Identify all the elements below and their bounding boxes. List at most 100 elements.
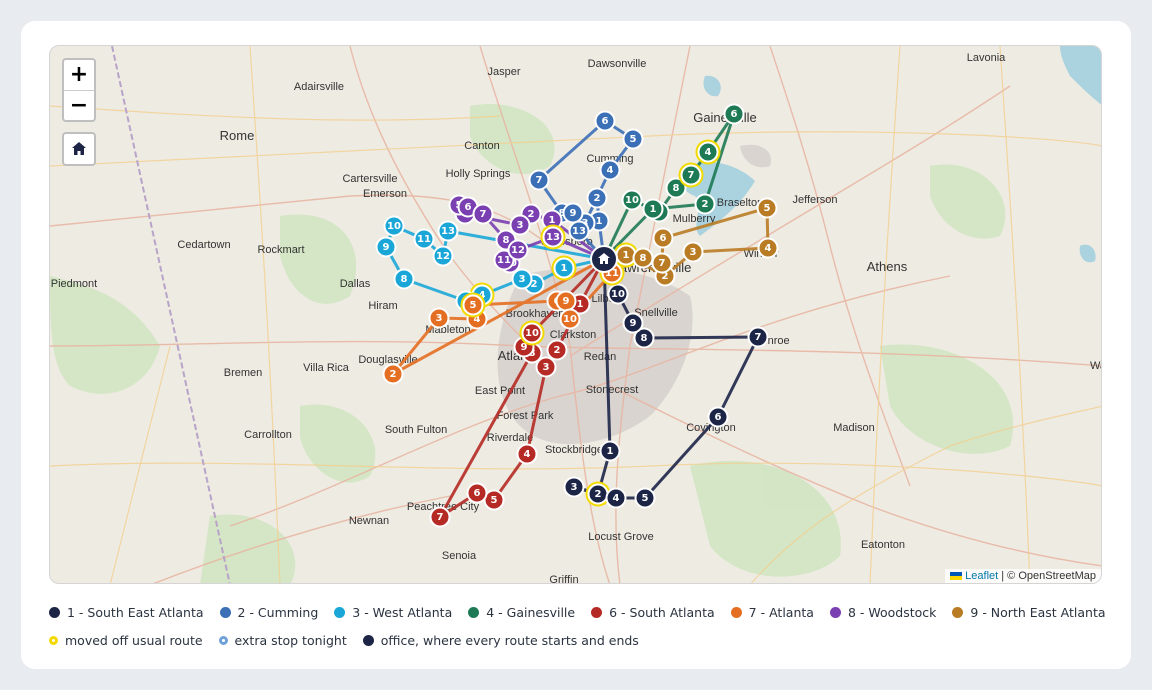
stop-marker[interactable]: 4 [757,237,779,259]
stop-number: 10 [563,314,577,325]
legend-swatch [468,606,480,618]
legend-label: 2 - Cumming [237,604,319,620]
legend-label: 4 - Gainesville [486,604,576,620]
stop-marker[interactable]: 6 [707,406,729,428]
legend-item: moved off usual route [49,633,203,648]
stop-marker[interactable]: 13 [568,220,590,242]
stop-marker[interactable]: 7 [678,162,704,188]
stop-marker[interactable]: 8 [393,268,415,290]
stop-number: 6 [474,488,481,499]
city-label: Canton [464,140,499,152]
stop-marker[interactable]: 4 [605,487,627,509]
stop-number: 1 [623,250,630,261]
stop-marker[interactable]: 13 [540,224,566,250]
stop-marker[interactable]: 9 [555,290,577,312]
stop-number: 5 [470,300,477,311]
stop-marker[interactable]: 3 [682,241,704,263]
legend-item: 6 - South Atlanta [591,605,715,620]
stop-number: 6 [602,116,609,127]
legend-item: 9 - North East Atlanta [952,605,1106,620]
stop-number: 1 [561,263,568,274]
legend-swatch [334,606,346,618]
stop-marker[interactable]: 5 [460,292,486,318]
stop-marker[interactable]: 7 [528,169,550,191]
map-attribution: Leaflet | © OpenStreetMap [945,569,1101,583]
stop-marker[interactable]: 6 [594,110,616,132]
stop-marker[interactable]: 10 [607,283,629,305]
stop-number: 3 [519,274,526,285]
stop-number: 3 [436,313,443,324]
stop-marker[interactable]: 2 [586,187,608,209]
stop-marker[interactable]: 11 [413,228,435,250]
stop-marker[interactable]: 10 [621,189,643,211]
city-label: Clarkston [550,329,596,341]
stop-number: 9 [570,208,577,219]
stop-marker[interactable]: 9 [375,236,397,258]
city-label: Lavonia [967,52,1006,64]
basemap[interactable]: JasperDawsonvilleLavoniaAdairsvilleGaine… [50,46,1102,584]
stop-number: 3 [517,220,524,231]
city-label: Griffin [549,574,578,584]
zoom-control: + − [62,58,96,122]
ukraine-flag-icon [950,572,963,581]
stop-marker[interactable]: 7 [429,506,451,528]
stop-number: 4 [524,449,531,460]
osm-link[interactable]: OpenStreetMap [1018,570,1096,582]
stop-marker[interactable]: 6 [723,103,745,125]
stop-marker[interactable]: 2 [546,339,568,361]
stop-marker[interactable]: 3 [428,307,450,329]
legend-swatch [829,606,841,618]
stop-number: 1 [549,215,556,226]
stop-marker[interactable]: 7 [747,326,769,348]
stop-marker[interactable]: 1 [551,255,577,281]
city-label: Cedartown [177,239,230,251]
city-label: Rome [220,128,255,143]
city-label: Dawsonville [588,58,647,70]
stop-marker[interactable]: 5 [622,128,644,150]
stop-marker[interactable]: 7 [651,252,673,274]
stop-marker[interactable]: 10 [559,308,581,330]
stop-marker[interactable]: 2 [694,193,716,215]
stop-marker[interactable]: 10 [383,215,405,237]
stop-marker[interactable]: 1 [642,198,664,220]
zoom-out-button[interactable]: − [64,91,94,121]
route-legend: 1 - South East Atlanta 2 - Cumming 3 - Wes… [49,598,1109,654]
stop-marker[interactable]: 1 [599,440,621,462]
stop-marker[interactable]: 9 [562,202,584,224]
stop-number: 2 [554,345,561,356]
stop-marker[interactable]: 7 [472,203,494,225]
stop-marker[interactable]: 4 [599,159,621,181]
city-label: Bremen [224,367,263,379]
stop-marker[interactable]: 2 [382,363,404,385]
legend-item: 1 - South East Atlanta [49,605,204,620]
stop-number: 6 [731,109,738,120]
stop-number: 7 [659,258,666,269]
leaflet-link[interactable]: Leaflet [965,570,998,582]
city-label: Eatonton [861,539,905,551]
stop-marker[interactable]: 5 [756,197,778,219]
stop-marker[interactable]: 12 [507,239,529,261]
stop-marker[interactable]: 5 [634,487,656,509]
stop-number: 1 [577,299,584,310]
route-map[interactable]: JasperDawsonvilleLavoniaAdairsvilleGaine… [49,45,1102,584]
stop-marker[interactable]: 4 [695,139,721,165]
stop-marker[interactable]: 10 [519,320,545,346]
stop-number: 8 [673,183,680,194]
stop-marker[interactable]: 3 [563,476,585,498]
stop-marker[interactable]: 3 [509,214,531,236]
stop-marker[interactable]: 4 [516,443,538,465]
office-marker[interactable] [590,245,618,273]
legend-item: 4 - Gainesville [468,605,575,620]
reset-view-button[interactable] [62,132,96,166]
stop-marker[interactable]: 3 [511,268,533,290]
stop-marker[interactable]: 6 [652,227,674,249]
stop-marker[interactable]: 6 [466,482,488,504]
zoom-in-button[interactable]: + [64,60,94,91]
stop-marker[interactable]: 12 [432,245,454,267]
stop-number: 4 [613,493,620,504]
stop-marker[interactable]: 13 [437,220,459,242]
legend-swatch [49,606,60,618]
stop-number: 12 [511,245,525,256]
stop-marker[interactable]: 9 [622,312,644,334]
stop-marker[interactable]: 8 [632,247,654,269]
